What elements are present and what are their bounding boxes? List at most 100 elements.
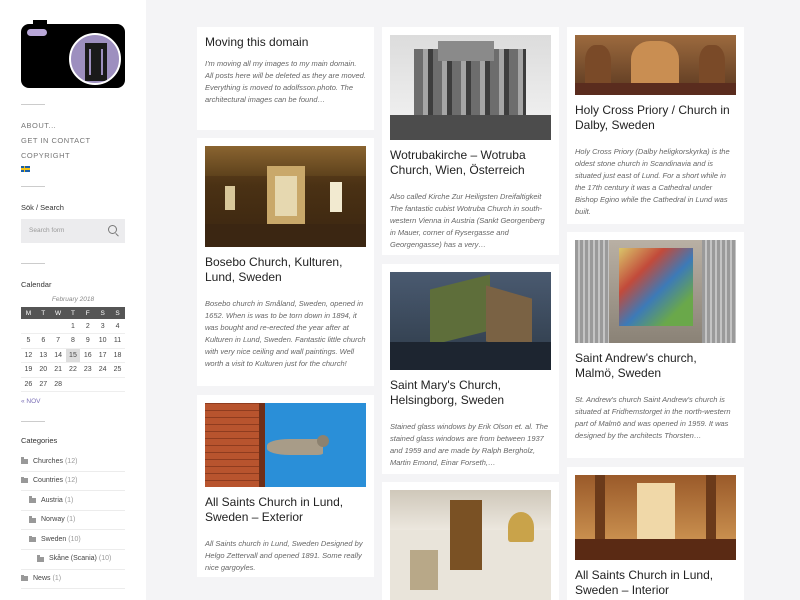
folder-icon xyxy=(37,555,44,562)
category-count: (10) xyxy=(98,555,112,563)
calendar-weekday: S xyxy=(110,307,125,319)
category-item[interactable]: Skåne (Scania) (10) xyxy=(21,550,125,570)
post-title[interactable]: Moving this domain xyxy=(205,35,366,50)
calendar-day[interactable]: 4 xyxy=(110,319,125,334)
calendar-day[interactable]: 7 xyxy=(50,333,66,349)
calendar-day[interactable]: 25 xyxy=(110,362,125,378)
calendar-day[interactable]: 19 xyxy=(21,362,36,378)
category-name[interactable]: Skåne (Scania) xyxy=(49,549,97,569)
calendar-day[interactable]: 26 xyxy=(21,377,36,392)
post-image[interactable] xyxy=(575,35,736,95)
calendar-day[interactable]: 10 xyxy=(95,333,111,349)
calendar-weekday: F xyxy=(80,307,96,319)
post-image[interactable] xyxy=(205,403,366,487)
calendar-day[interactable]: 27 xyxy=(35,377,51,392)
calendar-day[interactable]: 20 xyxy=(35,362,51,378)
category-item[interactable]: Countries (12) xyxy=(21,472,125,492)
calendar-day[interactable]: 14 xyxy=(50,348,66,363)
post-card: Saint Andrew's church, Malmö, Sweden St.… xyxy=(567,232,744,458)
post-card xyxy=(382,482,559,600)
post-excerpt: St. Andrew's church Saint Andrew's churc… xyxy=(575,395,731,440)
category-item[interactable]: News (1) xyxy=(21,570,125,590)
category-count: (12) xyxy=(64,457,78,465)
post-image[interactable] xyxy=(390,272,551,370)
calendar-day[interactable]: 11 xyxy=(110,333,125,349)
search-input[interactable]: Search form xyxy=(21,219,125,243)
calendar-day xyxy=(110,377,125,392)
post-title[interactable]: All Saints Church in Lund, Sweden – Inte… xyxy=(575,568,736,597)
calendar-weekday: S xyxy=(95,307,111,319)
post-image[interactable] xyxy=(390,490,551,600)
menu-item-copyright[interactable]: COPYRIGHT xyxy=(21,151,146,160)
post-image[interactable] xyxy=(575,240,736,343)
post-title[interactable]: Saint Andrew's church, Malmö, Sweden xyxy=(575,351,736,380)
category-name[interactable]: Churches xyxy=(33,452,63,472)
calendar-day[interactable]: 22 xyxy=(65,362,81,378)
calendar-day[interactable]: 12 xyxy=(21,348,36,363)
search-icon[interactable] xyxy=(108,225,117,234)
post-image[interactable] xyxy=(575,475,736,560)
category-name[interactable]: Countries xyxy=(33,471,63,491)
category-item[interactable]: Churches (12) xyxy=(21,452,125,472)
category-count: (10) xyxy=(68,535,81,543)
category-item[interactable]: Norway (1) xyxy=(21,511,125,531)
calendar-day[interactable]: 24 xyxy=(95,362,111,378)
search-title: Sök / Search xyxy=(21,203,64,212)
calendar-day[interactable]: 15 xyxy=(65,348,81,363)
calendar-month: February 2018 xyxy=(51,296,95,303)
calendar-day[interactable]: 2 xyxy=(80,319,96,334)
folder-icon xyxy=(29,516,36,523)
calendar-weekday: W xyxy=(50,307,66,319)
calendar-day[interactable]: 16 xyxy=(80,348,96,363)
calendar-day xyxy=(50,319,66,334)
category-name[interactable]: Norway xyxy=(41,510,65,530)
category-item[interactable]: Sweden (10) xyxy=(21,530,125,550)
calendar-table: MTWTFSS 1 2 3 4 5 6 7 8 9 10 11 12 13 14 15 16 17 18 19 20 2… xyxy=(21,307,125,392)
calendar-weekday: M xyxy=(21,307,36,319)
menu-item-about[interactable]: ABOUT... xyxy=(21,121,146,130)
post-excerpt: Holy Cross Priory (Dalby heligkorskyrka)… xyxy=(575,147,730,216)
folder-icon xyxy=(21,476,28,484)
calendar-day[interactable]: 18 xyxy=(110,348,125,363)
post-excerpt: I'm moving all my images to my main doma… xyxy=(205,58,366,104)
menu-item-contact[interactable]: GET IN CONTACT xyxy=(21,136,146,145)
post-title[interactable]: All Saints Church in Lund, Sweden – Exte… xyxy=(205,495,366,524)
category-name[interactable]: Sweden xyxy=(41,530,66,550)
folder-icon xyxy=(29,535,36,543)
calendar-day[interactable]: 1 xyxy=(65,319,81,334)
calendar-weekday: T xyxy=(35,307,51,319)
calendar-day[interactable]: 28 xyxy=(50,377,66,392)
post-image[interactable] xyxy=(205,146,366,247)
post-title[interactable]: Wotrubakirche – Wotruba Church, Wien, Ös… xyxy=(390,148,551,177)
post-card: Moving this domain I'm moving all my ima… xyxy=(197,27,374,130)
calendar-prev-link[interactable]: « NOV xyxy=(21,398,146,405)
post-image[interactable] xyxy=(390,35,551,140)
divider xyxy=(21,186,45,187)
category-name[interactable]: Austria xyxy=(41,491,63,511)
calendar-day xyxy=(95,377,111,392)
calendar-day[interactable]: 3 xyxy=(95,319,111,334)
calendar-day[interactable]: 21 xyxy=(50,362,66,378)
calendar-day[interactable]: 13 xyxy=(35,348,51,363)
post-title[interactable]: Holy Cross Priory / Church in Dalby, Swe… xyxy=(575,103,736,132)
post-excerpt: Also called Kirche Zur Heiligsten Dreifa… xyxy=(390,192,545,249)
post-card: Saint Mary's Church, Helsingborg, Sweden… xyxy=(382,264,559,474)
camera-logo-icon[interactable] xyxy=(21,20,125,88)
post-excerpt: Bosebo church in Småland, Sweden, opened… xyxy=(205,299,366,368)
calendar-day[interactable]: 23 xyxy=(80,362,96,378)
post-title[interactable]: Bosebo Church, Kulturen, Lund, Sweden xyxy=(205,255,366,284)
divider xyxy=(21,104,45,105)
calendar-day[interactable]: 17 xyxy=(95,348,111,363)
calendar-day[interactable]: 8 xyxy=(65,333,81,349)
calendar-day[interactable]: 5 xyxy=(21,333,36,349)
post-excerpt: Stained glass windows by Erik Olson et. … xyxy=(390,422,548,467)
categories-title: Categories xyxy=(21,436,58,445)
calendar-day[interactable]: 6 xyxy=(35,333,51,349)
sidebar: ABOUT... GET IN CONTACT COPYRIGHT Sök / … xyxy=(0,0,146,600)
calendar-day xyxy=(65,377,81,392)
swedish-flag-icon[interactable] xyxy=(21,166,30,172)
category-name[interactable]: News xyxy=(33,569,51,589)
post-title[interactable]: Saint Mary's Church, Helsingborg, Sweden xyxy=(390,378,551,407)
category-item[interactable]: Austria (1) xyxy=(21,491,125,511)
calendar-day[interactable]: 9 xyxy=(80,333,96,349)
